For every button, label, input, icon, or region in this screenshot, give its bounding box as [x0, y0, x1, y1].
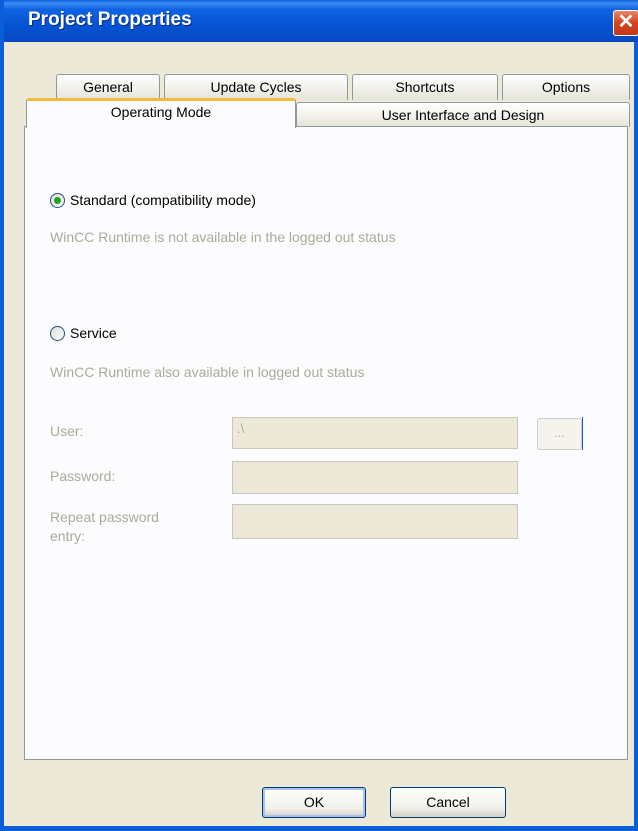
user-field[interactable]: .\ — [232, 417, 518, 449]
tab-operating-mode[interactable]: Operating Mode — [26, 98, 296, 128]
close-button[interactable]: ✕ — [613, 10, 638, 36]
standard-radio[interactable] — [50, 193, 65, 208]
cancel-button[interactable]: Cancel — [390, 787, 506, 818]
standard-label[interactable]: Standard (compatibility mode) — [70, 192, 256, 208]
password-label: Password: — [50, 468, 116, 484]
repeat-password-field[interactable] — [232, 504, 518, 539]
service-radio[interactable] — [50, 326, 65, 341]
window-title: Project Properties — [28, 9, 192, 30]
service-label[interactable]: Service — [70, 325, 117, 341]
service-description: WinCC Runtime also available in logged o… — [50, 364, 365, 380]
tab-update-cycles[interactable]: Update Cycles — [164, 74, 348, 100]
browse-button-focus-edge — [582, 417, 583, 450]
repeat-password-label-line1: Repeat password — [50, 509, 159, 525]
user-label: User: — [50, 423, 84, 439]
tab-shortcuts[interactable]: Shortcuts — [352, 74, 498, 100]
standard-description: WinCC Runtime is not available in the lo… — [50, 229, 396, 245]
window-bottom-border — [0, 826, 638, 831]
repeat-password-label-line2: entry: — [50, 528, 86, 544]
tab-options[interactable]: Options — [502, 74, 630, 100]
browse-user-button[interactable]: ... — [537, 418, 582, 450]
password-field[interactable] — [232, 461, 518, 494]
radio-selected-dot — [54, 197, 61, 204]
title-bar[interactable]: Project Properties ✕ — [4, 0, 638, 42]
tab-user-interface-and-design[interactable]: User Interface and Design — [296, 102, 630, 127]
ok-button[interactable]: OK — [262, 787, 366, 818]
tab-general[interactable]: General — [56, 74, 160, 100]
close-icon: ✕ — [617, 11, 635, 33]
